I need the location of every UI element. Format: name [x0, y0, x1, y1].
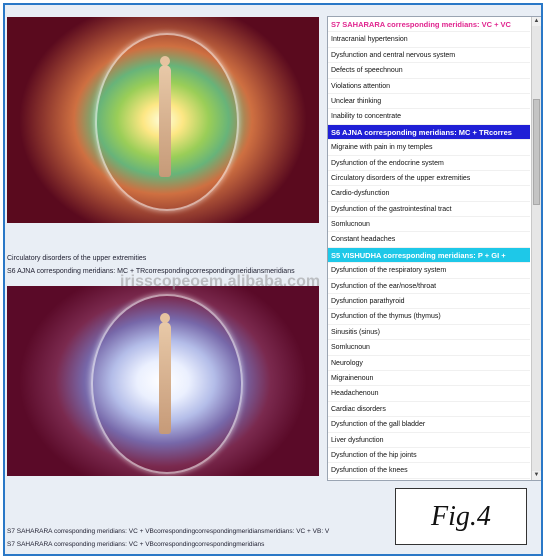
- symptom-list-item[interactable]: Dysfunction of the endocrine system: [328, 156, 530, 171]
- symptom-list-item[interactable]: Violations attention: [328, 79, 530, 94]
- symptom-list-item[interactable]: Somlucnoun: [328, 217, 530, 233]
- selected-symptom-caption: Circulatory disorders of the upper extre…: [7, 255, 147, 262]
- symptom-list-item[interactable]: Migrainenoun: [328, 371, 530, 387]
- symptom-list-item[interactable]: Dysfunction of the thymus (thymus): [328, 309, 530, 325]
- symptom-list-item[interactable]: Unclear thinking: [328, 94, 530, 110]
- symptom-list-item[interactable]: Constant headaches: [328, 232, 530, 248]
- symptom-listbox[interactable]: S7 SAHARARA corresponding meridians: VC …: [327, 16, 541, 481]
- symptom-list-item[interactable]: Cardio-dysfunction: [328, 186, 530, 202]
- symptom-list-item[interactable]: Dysfunction of the gall bladder: [328, 417, 530, 433]
- human-silhouette-icon: [159, 313, 171, 434]
- figure-label: Fig.4: [395, 488, 527, 545]
- chakra-header-row[interactable]: S5 VISHUDHA corresponding meridians: P +…: [328, 247, 530, 264]
- symptom-list-item[interactable]: Cardiac disorders: [328, 402, 530, 418]
- symptom-list-item[interactable]: Intracranial hypertension: [328, 32, 530, 48]
- symptom-list: S7 SAHARARA corresponding meridians: VC …: [328, 17, 530, 480]
- aura-image-bottom: [7, 286, 319, 476]
- symptom-list-item[interactable]: Liver dysfunction: [328, 433, 530, 448]
- symptom-list-item[interactable]: Inability to concentrate: [328, 109, 530, 125]
- vertical-scrollbar[interactable]: ▲ ▼: [531, 17, 541, 480]
- scrollbar-thumb[interactable]: [533, 99, 540, 205]
- status-line: S7 SAHARARA corresponding meridians: VC …: [7, 541, 265, 548]
- chakra-header-row[interactable]: S7 SAHARARA corresponding meridians: VC …: [328, 17, 530, 33]
- aura-image-top: [7, 17, 319, 223]
- symptom-list-item[interactable]: Pain in the sacrum: [328, 479, 530, 480]
- symptom-list-item[interactable]: Dysfunction of the ear/nose/throat: [328, 279, 530, 295]
- symptom-list-item[interactable]: Defects of speechnoun: [328, 63, 530, 79]
- scroll-down-icon[interactable]: ▼: [532, 471, 541, 480]
- symptom-list-item[interactable]: Somlucnoun: [328, 340, 530, 356]
- human-silhouette-icon: [159, 56, 171, 177]
- symptom-list-item[interactable]: Dysfunction parathyroid: [328, 294, 530, 310]
- scroll-up-icon[interactable]: ▲: [532, 17, 541, 26]
- app-window: Circulatory disorders of the upper extre…: [3, 3, 543, 556]
- symptom-list-item[interactable]: Dysfunction and central nervous system: [328, 48, 530, 64]
- symptom-list-item[interactable]: Migraine with pain in my temples: [328, 140, 530, 156]
- symptom-list-item[interactable]: Circulatory disorders of the upper extre…: [328, 171, 530, 187]
- status-line: S7 SAHARARA corresponding meridians: VC …: [7, 528, 330, 535]
- symptom-list-item[interactable]: Dysfunction of the gastrointestinal trac…: [328, 202, 530, 218]
- symptom-list-item[interactable]: Neurology: [328, 356, 530, 371]
- watermark: irisscopeoem.alibaba.com: [120, 273, 321, 290]
- symptom-list-item[interactable]: Dysfunction of the hip joints: [328, 448, 530, 464]
- symptom-list-item[interactable]: Dysfunction of the knees: [328, 463, 530, 479]
- symptom-list-item[interactable]: Sinusitis (sinus): [328, 325, 530, 341]
- symptom-list-item[interactable]: Dysfunction of the respiratory system: [328, 263, 530, 279]
- chakra-header-row[interactable]: S6 AJNA corresponding meridians: MC + TR…: [328, 124, 530, 141]
- symptom-list-item[interactable]: Headachenoun: [328, 386, 530, 402]
